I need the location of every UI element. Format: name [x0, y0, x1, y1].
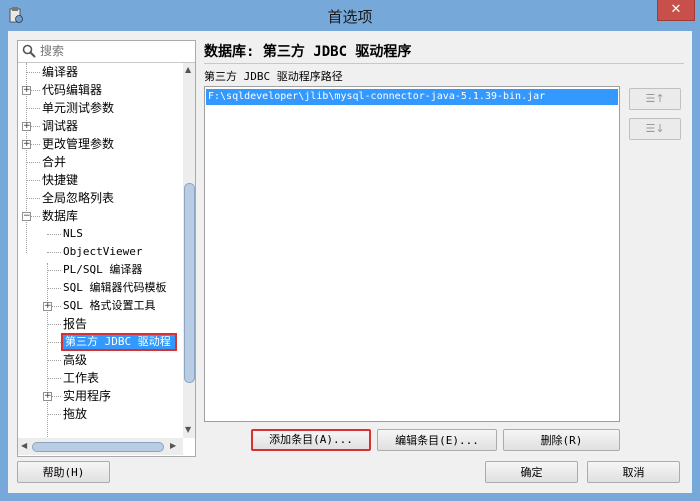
dialog-body: 编译器 + 代码编辑器单元测试参数 + 调试器 + 更改管理参数合并快捷键全局忽略列表 − 数据…: [8, 31, 692, 493]
driver-path-label: 第三方 JDBC 驱动程序路径: [204, 70, 343, 83]
tree-line: [47, 234, 61, 235]
search-box[interactable]: [18, 41, 195, 63]
page-title: 数据库: 第三方 JDBC 驱动程序: [204, 44, 412, 60]
search-icon: [22, 44, 36, 58]
edit-entry-button[interactable]: 编辑条目(E)...: [377, 429, 497, 451]
move-down-button[interactable]: ☰↓: [629, 118, 681, 140]
scroll-left-icon[interactable]: ◀: [21, 441, 27, 450]
title-bar[interactable]: 首选项 ✕: [0, 0, 700, 31]
tree-item[interactable]: 报告: [63, 315, 87, 333]
expand-icon[interactable]: +: [43, 302, 52, 311]
category-panel: 编译器 + 代码编辑器单元测试参数 + 调试器 + 更改管理参数合并快捷键全局忽略列表 − 数据…: [17, 40, 196, 457]
tree-item[interactable]: 单元测试参数: [42, 99, 114, 117]
tree-item[interactable]: 工作表: [63, 369, 99, 387]
tree-line: [47, 263, 48, 438]
tree-line: [26, 108, 40, 109]
expand-icon[interactable]: +: [22, 140, 31, 149]
tree-item[interactable]: 全局忽略列表: [42, 189, 114, 207]
collapse-icon[interactable]: −: [22, 212, 31, 221]
tree-item[interactable]: 代码编辑器: [42, 81, 102, 99]
tree-item[interactable]: 拖放: [63, 405, 87, 423]
scroll-right-icon[interactable]: ▶: [170, 441, 176, 450]
tree-item[interactable]: PL/SQL 编译器: [63, 261, 142, 279]
tree-item[interactable]: 编译器: [42, 63, 78, 81]
ok-button[interactable]: 确定: [485, 461, 578, 483]
add-entry-button[interactable]: 添加条目(A)...: [251, 429, 371, 451]
expand-icon[interactable]: +: [43, 392, 52, 401]
expand-icon[interactable]: +: [22, 86, 31, 95]
tree-line: [47, 378, 61, 379]
tree-line: [26, 198, 40, 199]
tree-line: [47, 252, 61, 253]
delete-button[interactable]: 删除(R): [503, 429, 620, 451]
tree-line: [47, 414, 61, 415]
tree-item[interactable]: 实用程序: [63, 387, 111, 405]
tree-item[interactable]: 合并: [42, 153, 66, 171]
move-up-button[interactable]: ☰↑: [629, 88, 681, 110]
tree-line: [26, 162, 40, 163]
tree-line: [47, 288, 61, 289]
vertical-scroll-thumb[interactable]: [184, 183, 195, 383]
category-tree: 编译器 + 代码编辑器 单元测试参数 + 调试器 + 更改管理参数 合并 快捷键 全局忽略列表 − 数据…: [18, 63, 183, 438]
horizontal-scroll-thumb[interactable]: [32, 442, 164, 452]
tree-item-selected[interactable]: 第三方 JDBC 驱动程: [61, 333, 177, 351]
tree-line: [47, 324, 61, 325]
tree-line: [26, 72, 40, 73]
window-title: 首选项: [327, 8, 373, 26]
tree-line: [47, 360, 61, 361]
search-input[interactable]: [40, 42, 190, 60]
preferences-window: 首选项 ✕ 编译器 + 代码编辑器单元测试参数 + 调试器 + 更改管理参数合并快捷键全局忽…: [0, 0, 700, 501]
scroll-down-icon[interactable]: ▼: [185, 425, 191, 434]
tree-line: [47, 342, 61, 343]
header-divider: [204, 63, 684, 64]
tree-item[interactable]: SQL 编辑器代码模板: [63, 279, 167, 297]
tree-line: [26, 180, 40, 181]
tree-item[interactable]: 高级: [63, 351, 87, 369]
tree-item[interactable]: SQL 格式设置工具: [63, 297, 156, 315]
tree-item[interactable]: ObjectViewer: [63, 243, 142, 261]
list-item[interactable]: F:\sqldeveloper\jlib\mysql-connector-jav…: [206, 89, 618, 105]
vertical-scrollbar[interactable]: ▲ ▼: [183, 63, 195, 438]
tree-item[interactable]: 数据库: [42, 207, 78, 225]
tree-item[interactable]: 更改管理参数: [42, 135, 114, 153]
horizontal-scrollbar[interactable]: ◀ ▶: [18, 438, 183, 455]
expand-icon[interactable]: +: [22, 122, 31, 131]
tree-line: [47, 270, 61, 271]
scroll-up-icon[interactable]: ▲: [185, 65, 191, 74]
tree-item[interactable]: NLS: [63, 225, 83, 243]
driver-path-list[interactable]: F:\sqldeveloper\jlib\mysql-connector-jav…: [204, 86, 620, 422]
tree-item[interactable]: 快捷键: [42, 171, 78, 189]
help-button[interactable]: 帮助(H): [17, 461, 110, 483]
tree-item[interactable]: 调试器: [42, 117, 78, 135]
close-button[interactable]: ✕: [657, 0, 695, 21]
cancel-button[interactable]: 取消: [587, 461, 680, 483]
